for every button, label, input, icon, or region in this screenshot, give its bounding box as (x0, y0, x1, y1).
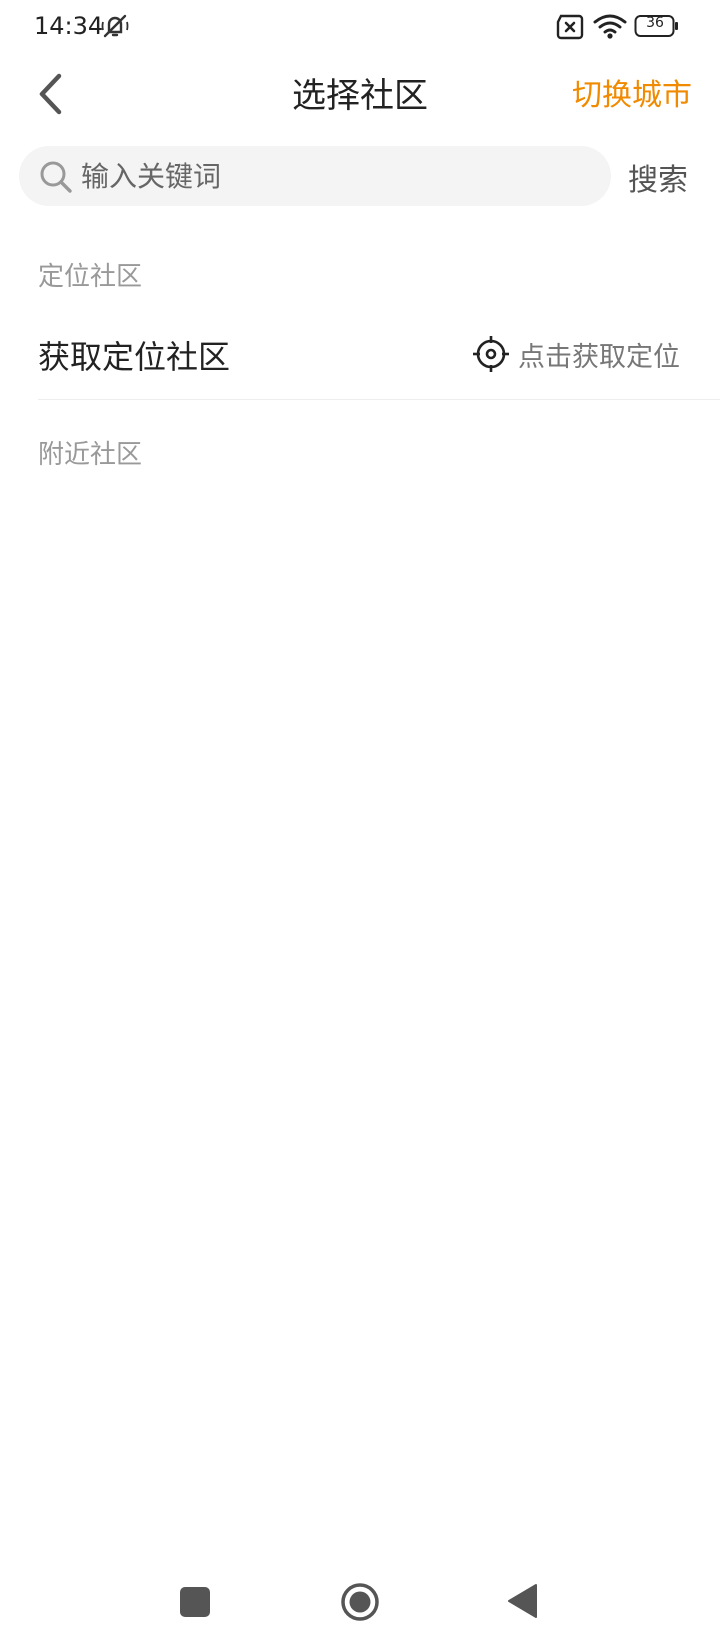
location-row: 获取定位社区 点击获取定位 (38, 310, 720, 400)
location-item-title: 获取定位社区 (38, 338, 231, 376)
search-box[interactable] (19, 146, 611, 206)
home-button[interactable] (340, 1582, 380, 1622)
status-bar: 14:34 36 (0, 0, 720, 54)
recent-apps-button[interactable] (180, 1587, 210, 1617)
status-time: 14:34 (34, 12, 104, 40)
locate-target-icon (473, 336, 509, 372)
wifi-icon (593, 14, 627, 39)
battery-level: 36 (646, 15, 664, 31)
system-back-button[interactable] (506, 1582, 538, 1620)
location-section-label: 定位社区 (38, 262, 143, 292)
sim-error-icon (556, 14, 584, 40)
get-location-label: 点击获取定位 (518, 341, 680, 373)
search-input[interactable] (81, 146, 591, 206)
system-nav-bar (0, 1560, 720, 1650)
get-location-button[interactable]: 点击获取定位 (472, 332, 680, 376)
search-icon (40, 161, 72, 193)
mute-icon (101, 14, 129, 38)
switch-city-button[interactable]: 切换城市 (572, 70, 692, 114)
nav-bar: 选择社区 切换城市 (0, 56, 720, 132)
nearby-section-label: 附近社区 (38, 440, 143, 470)
search-button[interactable]: 搜索 (628, 155, 688, 199)
select-community-screen: 14:34 36 选择社区 切换城市 输入关键词 搜索 定位社区 获取定位社区 … (0, 0, 720, 1650)
